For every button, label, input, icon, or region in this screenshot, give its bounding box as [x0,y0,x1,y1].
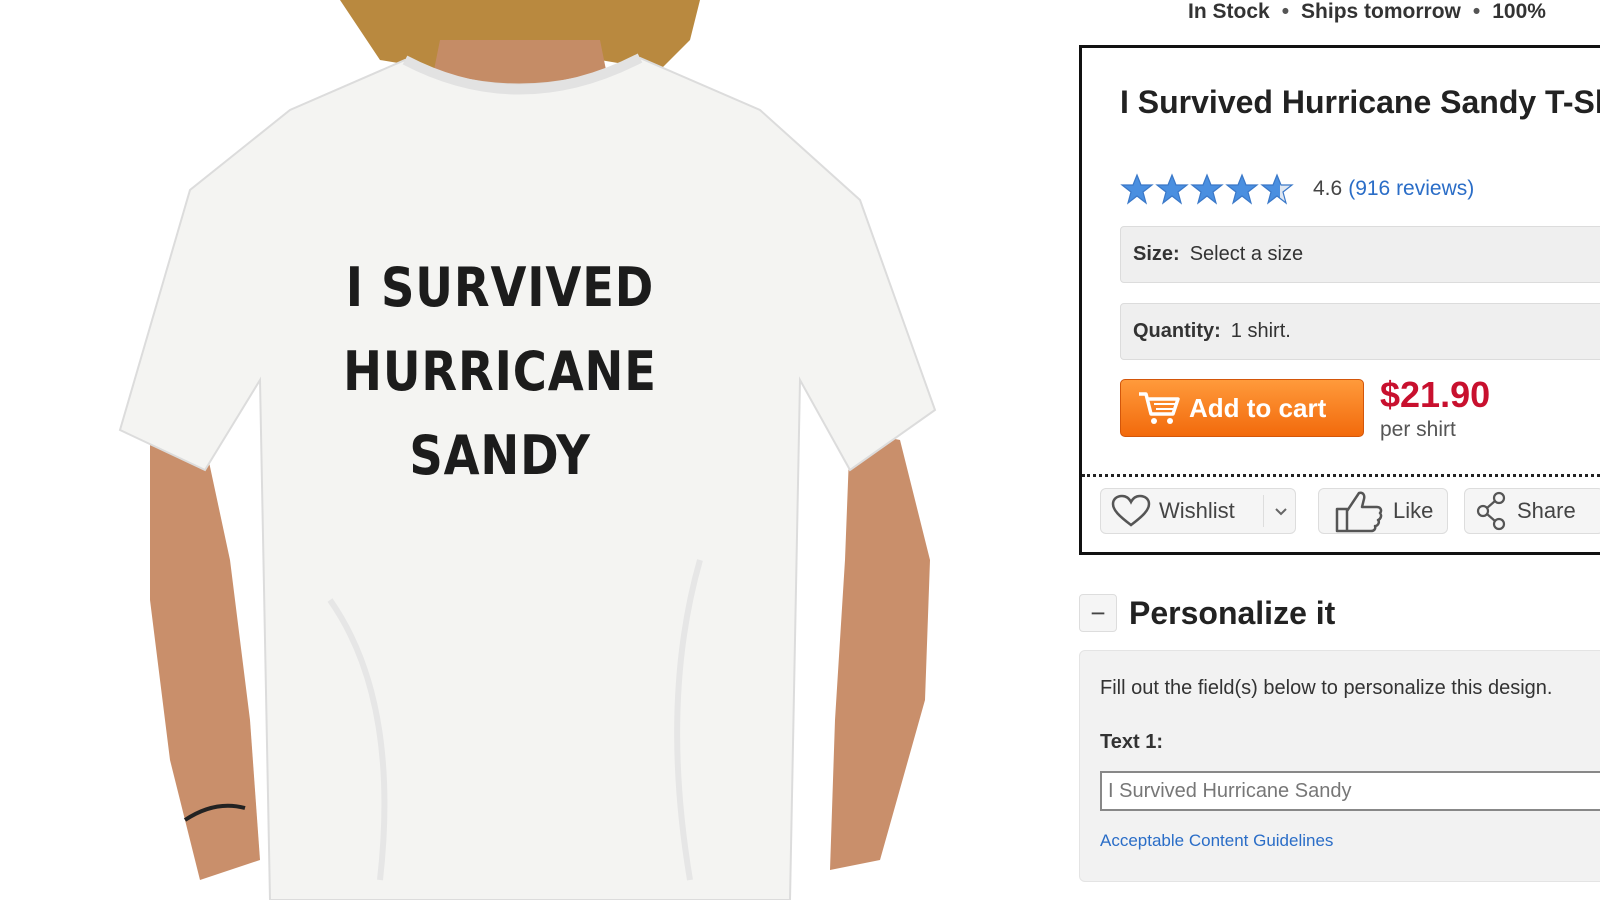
personalize-title: Personalize it [1129,594,1336,631]
guarantee-status: 100% [1492,0,1546,23]
stock-status-line: In Stock • Ships tomorrow • 100% [1188,0,1546,26]
wishlist-label: Wishlist [1159,498,1235,523]
shirt-print-text: I SURVIVED HURRICANE SANDY [328,246,672,498]
rating-value: 4.6 [1313,177,1343,200]
stock-status: In Stock [1188,0,1270,23]
add-to-cart-button[interactable]: Add to cart [1120,379,1364,437]
share-icon [1476,491,1506,531]
content-guidelines-link[interactable]: Acceptable Content Guidelines [1100,831,1333,851]
minus-icon: − [1090,597,1106,628]
shirt-print-line: SANDY [409,424,591,487]
reviews-link[interactable]: (916 reviews) [1348,177,1474,201]
star-icon [1190,173,1224,205]
size-value: Select a size [1189,243,1304,265]
collapse-personalize-button[interactable]: − [1079,594,1117,632]
star-icon [1120,173,1154,205]
product-title: I Survived Hurricane Sandy T-Shirts [1120,84,1600,120]
size-select[interactable]: Size: Select a size [1120,226,1600,283]
wishlist-button[interactable]: Wishlist [1100,488,1296,534]
shirt-print-line: I SURVIVED [345,256,655,319]
star-icon [1260,173,1294,205]
price: $21.90 [1380,374,1491,415]
size-label: Size: [1133,243,1180,265]
share-button[interactable]: Share [1464,488,1600,534]
cart-icon [1139,392,1180,424]
personalize-header: − Personalize it [1079,592,1335,634]
thumbs-up-icon [1335,491,1383,533]
quantity-value: 1 shirt. [1230,320,1291,342]
divider [1263,495,1264,527]
quantity-select[interactable]: Quantity: 1 shirt. [1120,303,1600,360]
share-label: Share [1517,498,1576,523]
buy-box: I Survived Hurricane Sandy T-Shirts 4.6 … [1079,45,1600,555]
price-unit: per shirt [1380,418,1456,441]
text1-label: Text 1: [1100,731,1163,753]
rating-row: 4.6 (916 reviews) [1120,172,1474,206]
chevron-down-icon[interactable] [1271,501,1291,521]
text1-input[interactable] [1100,771,1600,811]
like-button[interactable]: Like [1318,488,1448,534]
shipping-status: Ships tomorrow [1301,0,1461,23]
add-to-cart-label: Add to cart [1189,392,1327,423]
star-rating[interactable] [1120,173,1295,205]
heart-icon [1111,494,1151,527]
like-label: Like [1393,498,1434,523]
separator-dot: • [1281,0,1290,23]
quantity-label: Quantity: [1133,320,1221,342]
personalize-description: Fill out the field(s) below to personali… [1100,677,1553,699]
personalize-panel: Fill out the field(s) below to personali… [1079,650,1600,882]
social-actions: Wishlist Like Share [1100,488,1600,534]
star-icon [1155,173,1189,205]
separator-dot: • [1472,0,1481,23]
product-image: I SURVIVED HURRICANE SANDY [0,0,1000,900]
star-icon [1225,173,1259,205]
shirt-print-line: HURRICANE [343,340,657,403]
divider [1082,474,1600,477]
